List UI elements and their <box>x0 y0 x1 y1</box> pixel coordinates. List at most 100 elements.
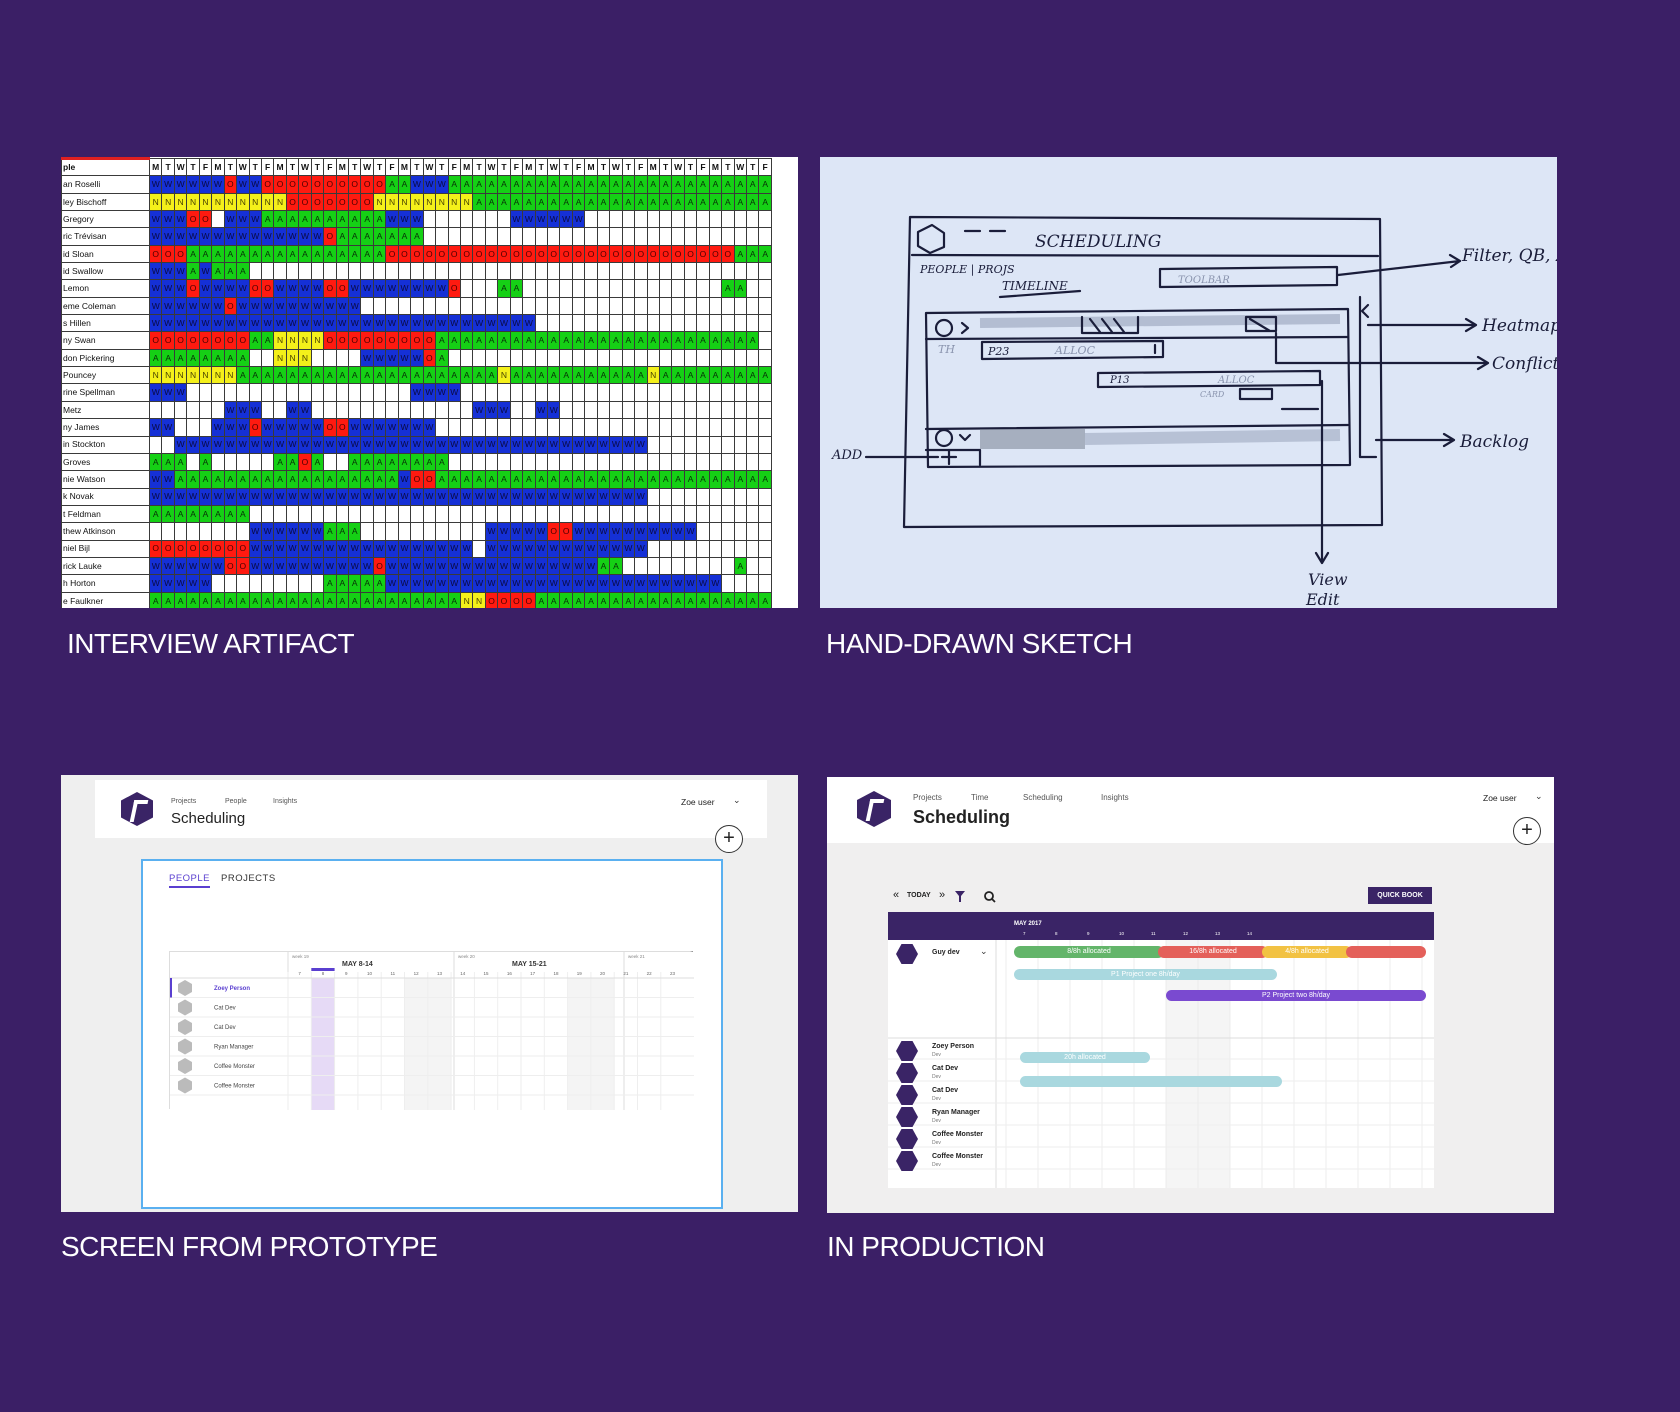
sheet-cell <box>571 418 586 437</box>
allocation-bar-2[interactable]: 16/8h allocated <box>1158 946 1268 958</box>
sheet-cell <box>721 452 735 472</box>
person-name[interactable]: Coffee Monster <box>932 1153 983 1160</box>
sheet-cell: A <box>522 366 536 385</box>
sheet-cell: W <box>609 487 623 506</box>
allocation-bar-1[interactable]: 8/8h allocated <box>1014 946 1164 958</box>
sheet-cell: W <box>347 487 362 506</box>
sheet-cell <box>559 348 573 368</box>
prototype-tab-people[interactable]: PEOPLE <box>169 873 211 888</box>
sheet-cell: A <box>534 192 549 212</box>
sheet-cell: A <box>721 591 735 608</box>
prototype-tab-projects[interactable]: PROJECTS <box>221 873 276 884</box>
proto-day-label: 10 <box>367 971 373 976</box>
prototype-nav-people[interactable]: People <box>225 798 247 805</box>
sheet-cell: W <box>335 314 350 333</box>
sheet-cell: W <box>173 574 188 593</box>
production-user-menu[interactable]: Zoe user <box>1483 793 1517 803</box>
sheet-cell: A <box>621 470 636 489</box>
sheet-cell: W <box>335 539 350 558</box>
sheet-cell: W <box>484 487 499 506</box>
sheet-cell <box>347 348 362 368</box>
search-icon[interactable] <box>984 891 996 903</box>
sheet-row: Gregory W W W O O W W W A A A A A A A A A A W W W W W W W W W <box>61 210 772 229</box>
person-name[interactable]: Coffee Monster <box>932 1131 983 1138</box>
prototype-nav-projects[interactable]: Projects <box>171 798 196 805</box>
quick-book-button[interactable]: QUICK BOOK <box>1368 887 1432 904</box>
sheet-cell <box>745 539 760 558</box>
sheet-cell: A <box>708 470 723 489</box>
sheet-cell <box>708 539 723 558</box>
sheet-cell: W <box>509 539 524 558</box>
sheet-cell: A <box>571 175 586 194</box>
sheet-cell <box>372 383 387 402</box>
production-add-button[interactable]: + <box>1513 817 1541 845</box>
sheet-cell: W <box>148 210 163 229</box>
sheet-cell <box>459 296 474 316</box>
prev-week-icon[interactable]: « <box>893 889 899 901</box>
sheet-cell: A <box>497 192 511 212</box>
sheet-cell <box>584 504 598 524</box>
sheet-cell: W <box>484 314 499 333</box>
prototype-add-button[interactable]: + <box>715 825 743 853</box>
allocation-bar-3[interactable]: 4/8h allocated <box>1262 946 1352 958</box>
sheet-cell: W <box>148 574 163 593</box>
sheet-row: niel Bijl O O O O O O O O W W W W W W W W W W W W W W W W W W W W W W W… <box>61 539 772 558</box>
sheet-cell: N <box>397 192 412 212</box>
sheet-cell: A <box>559 470 573 489</box>
sheet-cell: W <box>198 487 213 506</box>
sheet-cell: A <box>347 591 362 608</box>
sheet-cell: A <box>323 210 337 229</box>
prototype-user-menu[interactable]: Zoe user <box>681 797 715 807</box>
sheet-cell: A <box>447 470 461 489</box>
sheet-cell: A <box>546 591 561 608</box>
sheet-cell: O <box>285 192 300 212</box>
sheet-cell: A <box>733 279 748 298</box>
sheet-cell: A <box>609 192 623 212</box>
allocation-bar-4[interactable] <box>1346 946 1426 958</box>
person-name[interactable]: Ryan Manager <box>932 1109 980 1116</box>
sheet-cell <box>285 574 300 593</box>
sheet-cell <box>596 262 611 281</box>
sheet-cell: W <box>148 470 163 489</box>
sheet-cell <box>733 383 748 402</box>
chevron-down-icon[interactable]: ⌄ <box>733 795 741 806</box>
lead-name[interactable]: Guy dev <box>932 949 960 956</box>
production-nav-insights[interactable]: Insights <box>1101 793 1129 802</box>
project-bar-2[interactable]: P2 Project two 8h/day <box>1166 990 1426 1001</box>
sketch-row-line <box>924 335 1350 341</box>
sheet-cell: W <box>285 539 300 558</box>
sheet-cell <box>186 522 200 541</box>
person-name[interactable]: Cat Dev <box>932 1087 958 1094</box>
sheet-row: Lemon W W W O W W W W O O W W W W O O W W W W W W W W O A A A A <box>61 279 772 298</box>
filter-icon[interactable] <box>955 891 965 902</box>
person-allocation-bar-2[interactable] <box>1020 1076 1282 1087</box>
sheet-cell: W <box>571 539 586 558</box>
person-allocation-bar[interactable]: 20h allocated <box>1020 1052 1150 1063</box>
sheet-cell: O <box>211 539 225 558</box>
sheet-cell: A <box>621 175 636 194</box>
today-button[interactable]: TODAY <box>907 892 931 899</box>
sheet-cell: W <box>522 210 536 229</box>
next-week-icon[interactable]: » <box>939 889 945 901</box>
sketch-note-conflict: Conflict <box>1492 354 1557 374</box>
sheet-cell: A <box>173 591 188 608</box>
production-nav-time[interactable]: Time <box>971 793 988 802</box>
sheet-cell: N <box>459 591 474 608</box>
chevron-down-icon[interactable]: ⌄ <box>1535 791 1543 802</box>
person-name[interactable]: Zoey Person <box>932 1043 974 1050</box>
production-nav-projects[interactable]: Projects <box>913 793 942 802</box>
sheet-cell <box>236 522 250 541</box>
project-bar-1[interactable]: P1 Project one 8h/day <box>1014 969 1277 980</box>
sheet-cell: W <box>298 435 312 454</box>
chevron-down-icon[interactable]: ⌄ <box>980 946 988 957</box>
sheet-cell <box>708 383 723 402</box>
sheet-cell <box>671 504 685 524</box>
sheet-cell: W <box>298 400 312 420</box>
prototype-nav-insights[interactable]: Insights <box>273 798 297 805</box>
sheet-cell: O <box>236 539 250 558</box>
person-name[interactable]: Cat Dev <box>932 1065 958 1072</box>
sheet-cell <box>571 227 586 246</box>
sheet-cell <box>646 487 660 506</box>
production-nav-scheduling[interactable]: Scheduling <box>1023 793 1063 802</box>
sheet-cell <box>671 210 685 229</box>
